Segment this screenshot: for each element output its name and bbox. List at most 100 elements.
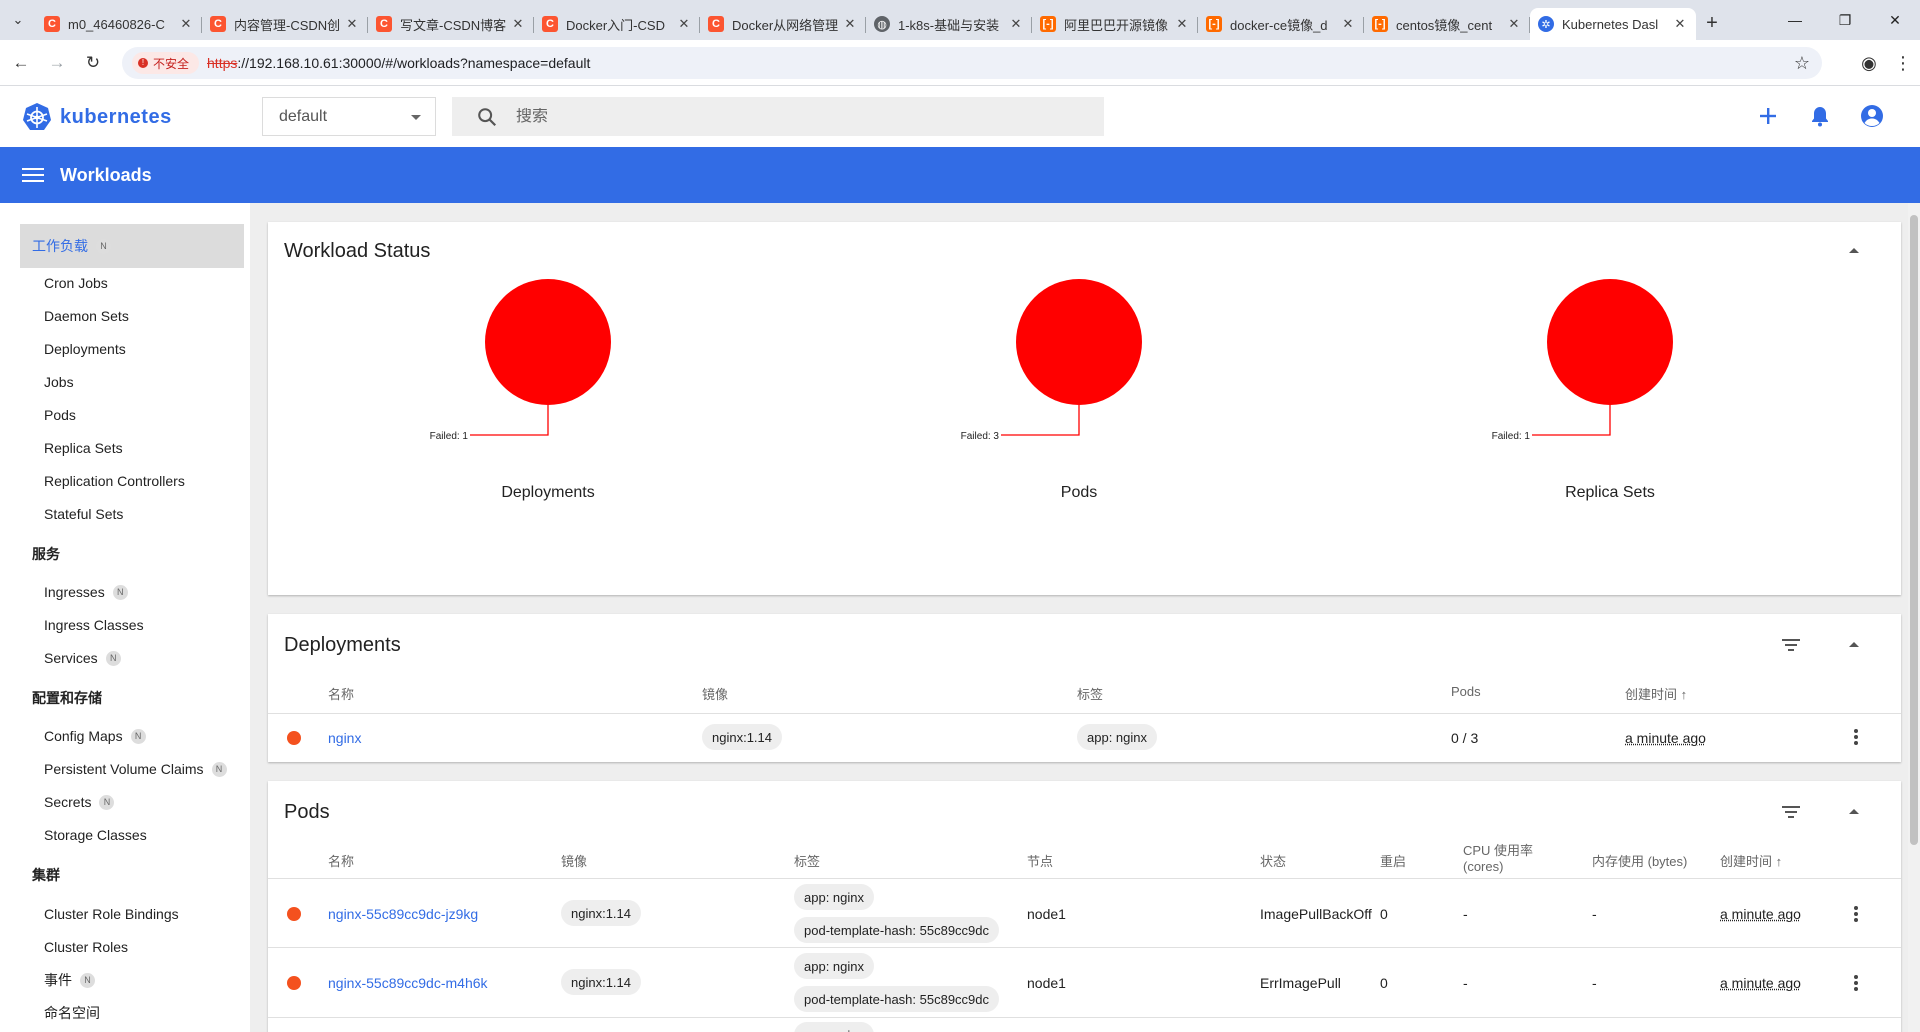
account-circle-icon[interactable]	[1846, 98, 1898, 134]
sidebar-item-ingresses[interactable]: Ingresses N	[44, 580, 128, 604]
browser-tab[interactable]: ◍ 1-k8s-基础与安装 ✕	[866, 8, 1032, 40]
collapse-arrow-icon[interactable]	[1849, 642, 1859, 647]
scrollbar-thumb[interactable]	[1910, 215, 1918, 845]
tab-search-chevron-icon[interactable]: ⌄	[0, 0, 36, 40]
label-chip: app: nginx	[1077, 724, 1157, 750]
browser-tab[interactable]: C 内容管理-CSDN创 ✕	[202, 8, 368, 40]
new-tab-plus-icon[interactable]: +	[1696, 7, 1728, 39]
column-header-labels[interactable]: 标签	[794, 851, 820, 870]
column-header-image[interactable]: 镜像	[561, 851, 587, 870]
sidebar-item-cron-jobs[interactable]: Cron Jobs	[44, 271, 108, 295]
filter-icon[interactable]	[1781, 803, 1801, 821]
failed-slice	[485, 279, 611, 405]
profile-icon[interactable]: ◉	[1852, 46, 1886, 80]
column-header-memory: 内存使用 (bytes)	[1592, 854, 1688, 869]
browser-tab-bar: ⌄ Cm0_46460826-C ✕ C 内容管理-CSDN创 ✕ C 写文章-CSDN…	[0, 0, 1920, 40]
filter-icon[interactable]	[1781, 636, 1801, 654]
collapse-arrow-icon[interactable]	[1849, 809, 1859, 814]
column-header-name[interactable]: 名称	[328, 851, 354, 870]
tab-close-icon[interactable]: ✕	[1340, 16, 1356, 32]
tab-close-icon[interactable]: ✕	[1174, 16, 1190, 32]
memory-usage: -	[1592, 975, 1597, 991]
window-close-icon[interactable]: ✕	[1870, 0, 1920, 40]
kubernetes-icon: ✲	[1538, 16, 1554, 32]
sidebar-item-jobs[interactable]: Jobs	[44, 370, 74, 394]
browser-menu-icon[interactable]: ⋮	[1886, 46, 1920, 80]
browser-tab[interactable]: C Docker从网络管理 ✕	[700, 8, 866, 40]
more-actions-icon[interactable]	[1854, 973, 1858, 993]
csdn-icon: C	[44, 16, 60, 32]
tab-close-icon[interactable]: ✕	[1008, 16, 1024, 32]
sidebar-item-cluster-role-bindings[interactable]: Cluster Role Bindings	[44, 902, 179, 926]
sidebar-item-persistent-volume-claims[interactable]: Persistent Volume Claims N	[44, 757, 227, 781]
sidebar-item-secrets[interactable]: Secrets N	[44, 790, 115, 814]
restore-icon[interactable]: ❐	[1820, 0, 1870, 40]
minimize-icon[interactable]: —	[1770, 0, 1820, 40]
kubernetes-logo[interactable]: kubernetes	[22, 102, 172, 132]
browser-tab[interactable]: Cm0_46460826-C ✕	[36, 8, 202, 40]
create-plus-icon[interactable]	[1742, 98, 1794, 134]
brand-name: kubernetes	[60, 105, 172, 128]
more-actions-icon[interactable]	[1854, 727, 1858, 747]
page-title: Workloads	[60, 164, 152, 185]
collapse-arrow-icon[interactable]	[1849, 248, 1859, 253]
tab-close-icon[interactable]: ✕	[344, 16, 360, 32]
security-indicator[interactable]: ! 不安全	[132, 52, 200, 74]
sidebar-item-pods[interactable]: Pods	[44, 403, 76, 427]
namespace-select[interactable]: default	[262, 97, 436, 136]
sidebar-item-deployments[interactable]: Deployments	[44, 337, 126, 361]
browser-tab-active[interactable]: ✲ Kubernetes Dasl ✕	[1530, 8, 1696, 40]
more-actions-icon[interactable]	[1854, 904, 1858, 924]
pod-name-link[interactable]: nginx-55c89cc9dc-m4h6k	[328, 975, 488, 991]
column-header-created[interactable]: 创建时间 ↑	[1720, 851, 1782, 870]
sidebar-item-namespaces[interactable]: 命名空间	[44, 1001, 100, 1025]
column-header-name[interactable]: 名称	[328, 684, 354, 703]
forward-arrow-icon[interactable]: →	[42, 48, 72, 78]
column-header-image[interactable]: 镜像	[702, 684, 728, 703]
browser-tab[interactable]: [-] docker-ce镜像_d ✕	[1198, 8, 1364, 40]
page-scrollbar[interactable]	[1908, 203, 1920, 1032]
browser-tab[interactable]: C 写文章-CSDN博客 ✕	[368, 8, 534, 40]
sidebar-item-replica-sets[interactable]: Replica Sets	[44, 436, 123, 460]
back-arrow-icon[interactable]: ←	[6, 48, 36, 78]
sidebar-item-cluster-roles[interactable]: Cluster Roles	[44, 935, 128, 959]
tab-close-icon[interactable]: ✕	[510, 16, 526, 32]
reload-icon[interactable]: ↻	[78, 48, 108, 78]
tab-close-icon[interactable]: ✕	[178, 16, 194, 32]
memory-usage: -	[1592, 906, 1597, 922]
column-header-labels[interactable]: 标签	[1077, 684, 1103, 703]
deployment-name-link[interactable]: nginx	[328, 730, 361, 746]
column-header-pods[interactable]: Pods	[1451, 684, 1481, 699]
sidebar-item-stateful-sets[interactable]: Stateful Sets	[44, 502, 123, 526]
notifications-bell-icon[interactable]	[1794, 98, 1846, 134]
sidebar-item-storage-classes[interactable]: Storage Classes	[44, 823, 147, 847]
column-header-status[interactable]: 状态	[1260, 851, 1286, 870]
sidebar-item-events[interactable]: 事件 N	[44, 968, 95, 992]
sidebar-item-daemon-sets[interactable]: Daemon Sets	[44, 304, 129, 328]
pods-count: 0 / 3	[1451, 730, 1479, 746]
column-header-node[interactable]: 节点	[1027, 851, 1053, 870]
card-title: Deployments	[284, 634, 401, 656]
sidebar-item-config-maps[interactable]: Config Maps N	[44, 724, 146, 748]
tab-close-icon[interactable]: ✕	[676, 16, 692, 32]
sidebar-section-workloads[interactable]: 工作负载 N	[20, 224, 244, 268]
browser-tab[interactable]: [-] centos镜像_cent ✕	[1364, 8, 1530, 40]
browser-tab[interactable]: [-] 阿里巴巴开源镜像 ✕	[1032, 8, 1198, 40]
tab-close-icon[interactable]: ✕	[1506, 16, 1522, 32]
column-header-restarts[interactable]: 重启	[1380, 851, 1406, 870]
search-box[interactable]	[452, 97, 1104, 136]
globe-icon: ◍	[874, 16, 890, 32]
pod-name-link[interactable]: nginx-55c89cc9dc-jz9kg	[328, 906, 478, 922]
browser-tab[interactable]: C Docker入门-CSD ✕	[534, 8, 700, 40]
search-input[interactable]	[516, 107, 1076, 126]
tab-close-icon[interactable]: ✕	[842, 16, 858, 32]
bookmark-star-icon[interactable]: ☆	[1794, 53, 1810, 74]
menu-hamburger-icon[interactable]	[22, 164, 44, 186]
sidebar-item-replication-controllers[interactable]: Replication Controllers	[44, 469, 185, 493]
aliyun-icon: [-]	[1372, 16, 1388, 32]
tab-close-icon[interactable]: ✕	[1672, 16, 1688, 32]
url-input[interactable]: ! 不安全 https://192.168.10.61:30000/#/workl…	[122, 47, 1822, 79]
sidebar-item-ingress-classes[interactable]: Ingress Classes	[44, 613, 144, 637]
column-header-created[interactable]: 创建时间 ↑	[1625, 684, 1687, 703]
sidebar-item-services[interactable]: Services N	[44, 646, 121, 670]
